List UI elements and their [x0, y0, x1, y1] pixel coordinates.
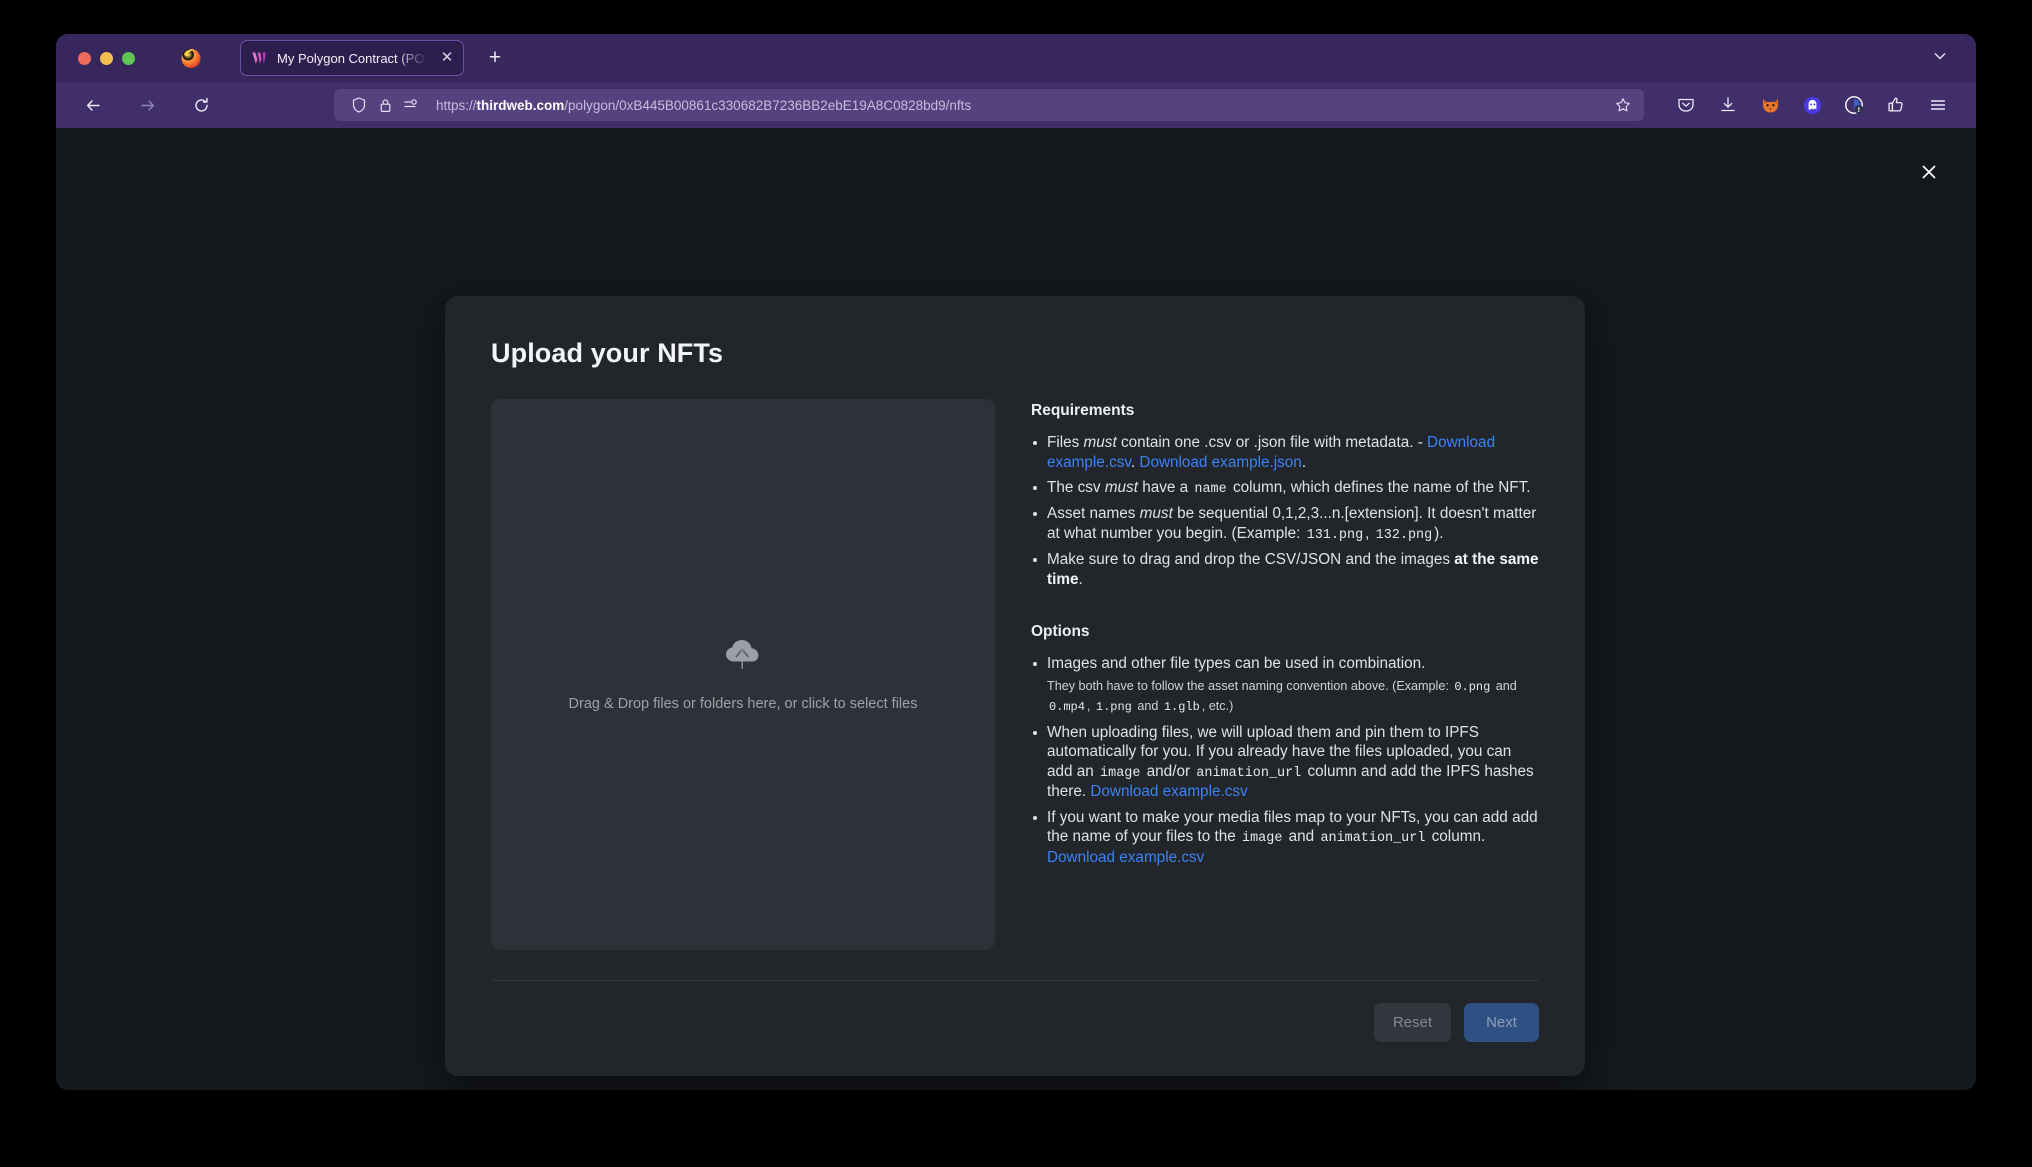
list-item: Images and other file types can be used …	[1031, 654, 1539, 716]
firefox-logo-icon	[180, 47, 202, 69]
thumbsup-extension-icon[interactable]	[1884, 93, 1908, 117]
download-example-link[interactable]: Download example.csv	[1047, 849, 1204, 866]
list-item: The csv must have a name column, which d…	[1031, 478, 1539, 498]
permissions-icon[interactable]	[400, 98, 422, 112]
text-run: and/or	[1142, 763, 1194, 780]
dialog-body: Drag & Drop files or folders here, or cl…	[491, 399, 1539, 950]
inline-code: 132.png	[1374, 528, 1435, 543]
shield-extension-icon[interactable]	[1842, 93, 1866, 117]
window-controls	[78, 52, 135, 65]
cloud-upload-icon	[724, 637, 762, 676]
text-run: and	[1492, 679, 1517, 693]
text-run: .	[1302, 454, 1306, 471]
page-title: Upload your NFTs	[491, 338, 1539, 369]
text-run: They both have to follow the asset namin…	[1047, 679, 1452, 693]
browser-toolbar-icons	[1674, 93, 1958, 117]
list-item: If you want to make your media files map…	[1031, 808, 1539, 867]
upload-nfts-dialog: Upload your NFTs Drag & Drop files or fo…	[445, 296, 1585, 1076]
back-arrow-icon[interactable]	[76, 88, 110, 122]
lock-icon	[374, 98, 396, 113]
dialog-actions: Reset Next	[491, 981, 1539, 1042]
inline-code: 0.mp4	[1047, 700, 1087, 714]
inline-code: image	[1098, 766, 1142, 781]
tab-strip: My Polygon Contract (POLYGON) ✕ +	[56, 34, 1976, 82]
list-item: When uploading files, we will upload the…	[1031, 723, 1539, 802]
bookmark-star-icon[interactable]	[1612, 97, 1634, 113]
maximize-window-button[interactable]	[122, 52, 135, 65]
text-run: Files	[1047, 434, 1084, 451]
download-example-link[interactable]: Download example.csv	[1090, 783, 1247, 800]
url-text[interactable]: https://thirdweb.com/polygon/0xB445B0086…	[436, 98, 1612, 113]
text-run: ,	[1087, 699, 1094, 713]
hamburger-menu-icon[interactable]	[1926, 93, 1950, 117]
text-run: ).	[1434, 525, 1443, 542]
inline-code: 0.png	[1452, 680, 1492, 694]
fox-extension-icon[interactable]	[1758, 93, 1782, 117]
download-example-link[interactable]: Download example.json	[1139, 454, 1301, 471]
list-item: Asset names must be sequential 0,1,2,3..…	[1031, 504, 1539, 544]
navigation-toolbar: https://thirdweb.com/polygon/0xB445B0086…	[56, 82, 1976, 128]
list-item: Files must contain one .csv or .json fil…	[1031, 433, 1539, 472]
inline-code: 1.png	[1094, 700, 1134, 714]
browser-tab[interactable]: My Polygon Contract (POLYGON) ✕	[240, 40, 464, 76]
options-heading: Options	[1031, 623, 1539, 641]
text-run: ,	[1365, 525, 1374, 542]
text-run: .	[1078, 571, 1082, 588]
text-run: Asset names	[1047, 505, 1140, 522]
inline-code: 1.glb	[1162, 700, 1202, 714]
new-tab-button[interactable]: +	[482, 45, 508, 71]
shield-icon	[348, 97, 370, 113]
text-run: The csv	[1047, 479, 1105, 496]
browser-window: My Polygon Contract (POLYGON) ✕ +	[56, 34, 1976, 1090]
inline-code: animation_url	[1318, 831, 1427, 846]
text-run: contain one .csv or .json file with meta…	[1117, 434, 1427, 451]
thirdweb-logo-icon	[251, 50, 268, 67]
text-run: have a	[1138, 479, 1192, 496]
text-run: Images and other file types can be used …	[1047, 655, 1425, 672]
list-all-tabs-chevron-down-icon[interactable]	[1932, 48, 1948, 69]
dropzone-label: Drag & Drop files or folders here, or cl…	[569, 696, 918, 712]
list-item: Make sure to drag and drop the CSV/JSON …	[1031, 550, 1539, 589]
reset-button[interactable]: Reset	[1374, 1003, 1451, 1042]
text-run: and	[1134, 699, 1162, 713]
reload-icon[interactable]	[184, 88, 218, 122]
options-list: Images and other file types can be used …	[1031, 654, 1539, 867]
url-path: /polygon/0xB445B00861c330682B7236BB2ebE1…	[564, 98, 971, 113]
downloads-icon[interactable]	[1716, 93, 1740, 117]
emphasis: must	[1140, 505, 1173, 522]
inline-code: image	[1240, 831, 1284, 846]
instructions-column: Requirements Files must contain one .csv…	[1031, 399, 1539, 873]
text-run: column, which defines the name of the NF…	[1229, 479, 1531, 496]
inline-code: animation_url	[1194, 766, 1303, 781]
page-content: Upload your NFTs Drag & Drop files or fo…	[56, 128, 1976, 1090]
minimize-window-button[interactable]	[100, 52, 113, 65]
tab-title: My Polygon Contract (POLYGON)	[277, 51, 430, 66]
text-run: and	[1284, 828, 1318, 845]
list-item-subtext: They both have to follow the asset namin…	[1047, 677, 1539, 717]
close-modal-button[interactable]	[1912, 155, 1946, 189]
requirements-heading: Requirements	[1031, 402, 1539, 420]
inline-code: 131.png	[1305, 528, 1366, 543]
address-bar[interactable]: https://thirdweb.com/polygon/0xB445B0086…	[334, 89, 1644, 121]
url-prefix: https://	[436, 98, 477, 113]
emphasis: must	[1105, 479, 1138, 496]
ghost-extension-icon[interactable]	[1800, 93, 1824, 117]
text-run: , etc.)	[1202, 699, 1234, 713]
text-run: Make sure to drag and drop the CSV/JSON …	[1047, 551, 1454, 568]
pocket-icon[interactable]	[1674, 93, 1698, 117]
requirements-list: Files must contain one .csv or .json fil…	[1031, 433, 1539, 589]
url-domain: thirdweb.com	[477, 98, 565, 113]
forward-arrow-icon[interactable]	[130, 88, 164, 122]
text-run: column.	[1427, 828, 1485, 845]
close-tab-icon[interactable]: ✕	[439, 50, 455, 66]
inline-code: name	[1192, 482, 1228, 497]
close-window-button[interactable]	[78, 52, 91, 65]
next-button[interactable]: Next	[1464, 1003, 1539, 1042]
file-dropzone[interactable]: Drag & Drop files or folders here, or cl…	[491, 399, 995, 950]
emphasis: must	[1084, 434, 1117, 451]
